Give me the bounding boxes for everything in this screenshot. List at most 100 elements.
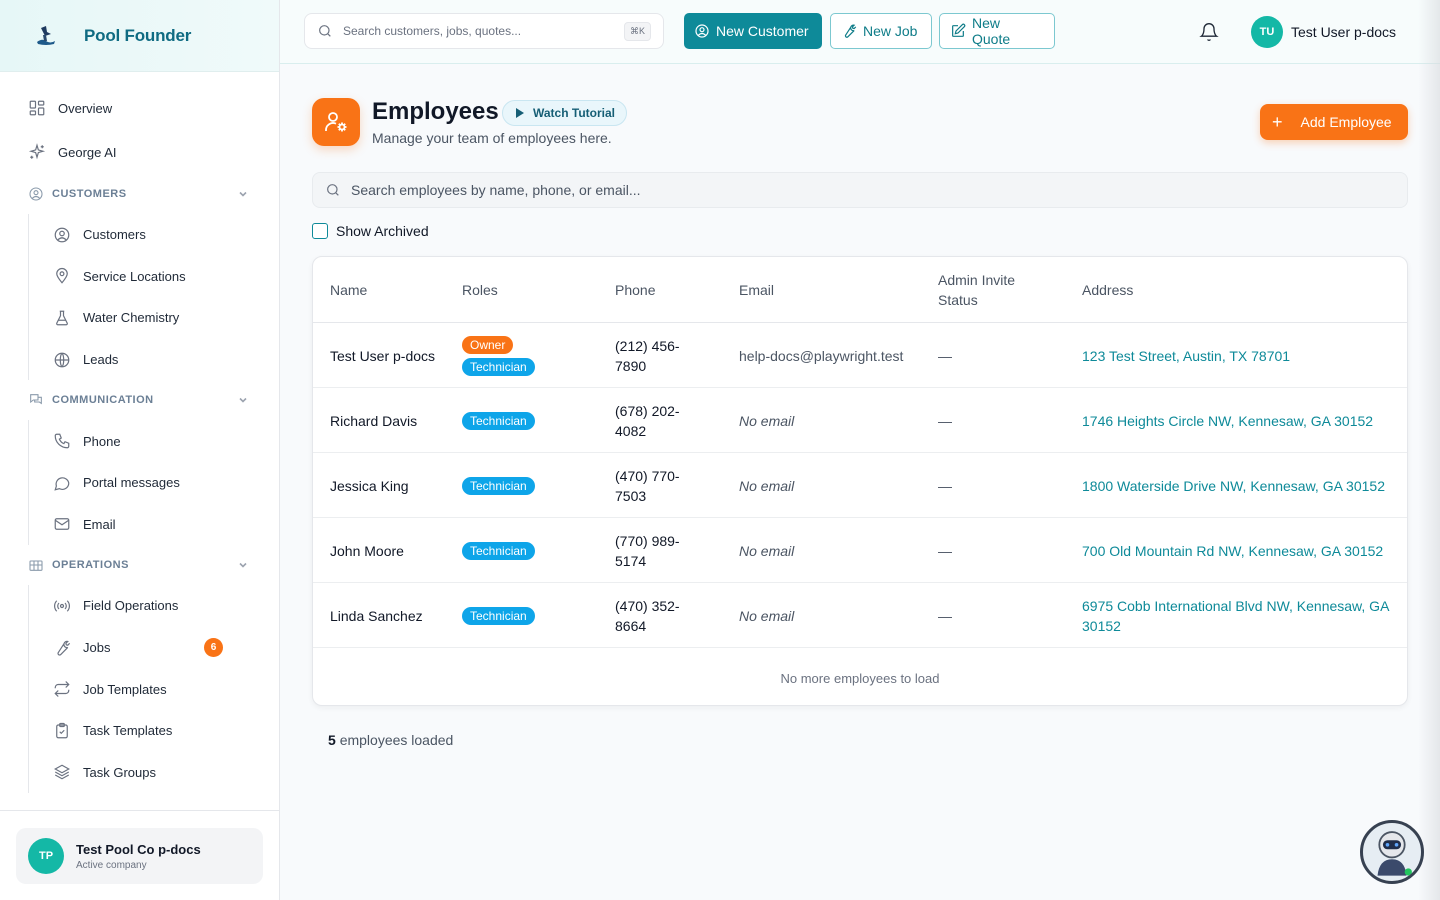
employee-roles: Technician bbox=[462, 518, 592, 583]
sidebar-item-service-locations[interactable]: Service Locations bbox=[29, 256, 279, 298]
sidebar-item-george-ai[interactable]: George AI bbox=[0, 130, 279, 174]
employee-address-link[interactable]: 700 Old Mountain Rd NW, Kennesaw, GA 301… bbox=[1082, 518, 1392, 583]
employee-name: Jessica King bbox=[330, 477, 409, 494]
employee-email: No email bbox=[739, 477, 795, 494]
employee-search-input[interactable] bbox=[351, 182, 1151, 198]
employee-roles: Owner Technician bbox=[462, 323, 592, 388]
sidebar-item-customers[interactable]: Customers bbox=[29, 214, 279, 256]
search-icon bbox=[327, 184, 339, 196]
new-quote-button[interactable]: New Quote bbox=[939, 13, 1055, 49]
sidebar-item-label: Jobs bbox=[83, 640, 111, 656]
employee-address-link[interactable]: 123 Test Street, Austin, TX 78701 bbox=[1082, 323, 1392, 388]
employee-name: Test User p-docs bbox=[330, 347, 436, 364]
show-archived-toggle[interactable]: Show Archived bbox=[312, 223, 429, 239]
show-archived-checkbox[interactable] bbox=[312, 223, 328, 239]
section-title: OPERATIONS bbox=[52, 559, 129, 572]
table-row[interactable]: Jessica King Technician (470) 770-7503 N… bbox=[313, 453, 1407, 518]
table-row[interactable]: Linda Sanchez Technician (470) 352-8664 … bbox=[313, 583, 1407, 648]
role-badge-technician: Technician bbox=[462, 357, 535, 376]
global-search-input[interactable] bbox=[343, 24, 613, 38]
employee-roles: Technician bbox=[462, 453, 592, 518]
sparkles-icon bbox=[28, 143, 46, 160]
notification-bell-icon[interactable] bbox=[1199, 22, 1219, 42]
employee-phone: (470) 352-8664 bbox=[615, 597, 680, 634]
employee-email: No email bbox=[739, 607, 795, 624]
new-job-button[interactable]: New Job bbox=[830, 13, 932, 49]
map-pin-icon bbox=[56, 268, 68, 285]
new-customer-label: New Customer bbox=[716, 23, 809, 39]
employee-email: No email bbox=[739, 412, 795, 429]
employee-address-link[interactable]: 1800 Waterside Drive NW, Kennesaw, GA 30… bbox=[1082, 453, 1392, 518]
loaded-count: 5 bbox=[328, 732, 336, 748]
table-row[interactable]: Richard Davis Technician (678) 202-4082 … bbox=[313, 388, 1407, 453]
employee-email: help-docs@playwright.test bbox=[739, 347, 904, 364]
employee-search[interactable] bbox=[312, 172, 1408, 208]
watch-tutorial-button[interactable]: Watch Tutorial bbox=[502, 100, 627, 126]
role-badge-technician: Technician bbox=[462, 541, 535, 560]
sidebar-item-field-operations[interactable]: Field Operations bbox=[29, 585, 279, 627]
sidebar-item-label: Field Operations bbox=[83, 598, 179, 614]
sidebar-item-label: Job Templates bbox=[83, 681, 167, 697]
employee-address-link[interactable]: 1746 Heights Circle NW, Kennesaw, GA 301… bbox=[1082, 388, 1392, 453]
no-more-employees-message: No more employees to load bbox=[780, 670, 940, 686]
role-badge-technician: Technician bbox=[462, 606, 535, 625]
employee-roles: Technician bbox=[462, 583, 592, 648]
robot-avatar-icon bbox=[1377, 831, 1412, 876]
employee-name: Richard Davis bbox=[330, 412, 418, 429]
new-customer-button[interactable]: New Customer bbox=[684, 13, 822, 49]
table-header: Name Roles Phone Email Admin Invite Stat… bbox=[313, 257, 1407, 323]
chevron-down-icon bbox=[239, 398, 247, 404]
column-header-email[interactable]: Email bbox=[739, 257, 774, 323]
column-header-address[interactable]: Address bbox=[1082, 257, 1133, 323]
sidebar-item-email[interactable]: Email bbox=[29, 504, 279, 546]
customers-sublist: Customers Service Locations Water Chemis… bbox=[28, 214, 279, 381]
global-search[interactable]: ⌘K bbox=[304, 13, 664, 49]
table-row[interactable]: Test User p-docs Owner Technician (212) … bbox=[313, 323, 1407, 388]
employee-roles: Technician bbox=[462, 388, 592, 453]
sidebar-item-phone[interactable]: Phone bbox=[29, 420, 279, 462]
brand[interactable]: Pool Founder bbox=[0, 0, 279, 72]
employee-phone: (770) 989-5174 bbox=[615, 532, 680, 569]
sidebar-item-task-templates[interactable]: Task Templates bbox=[29, 710, 279, 752]
sidebar-item-portal-messages[interactable]: Portal messages bbox=[29, 462, 279, 504]
watch-tutorial-label: Watch Tutorial bbox=[533, 106, 615, 120]
column-header-name[interactable]: Name bbox=[330, 257, 367, 323]
add-employee-button[interactable]: + Add Employee bbox=[1260, 104, 1408, 140]
shortcut-hint: ⌘K bbox=[623, 22, 651, 41]
sidebar-item-task-groups[interactable]: Task Groups bbox=[29, 752, 279, 794]
employees-loaded-count: 5 employees loaded bbox=[328, 732, 453, 748]
company-switcher[interactable]: TP Test Pool Co p-docs Active company bbox=[16, 828, 263, 884]
sidebar-item-leads[interactable]: Leads bbox=[29, 339, 279, 381]
sidebar-item-job-templates[interactable]: Job Templates bbox=[29, 668, 279, 710]
sidebar-item-label: Overview bbox=[58, 100, 113, 116]
phone-icon bbox=[54, 433, 70, 449]
section-communication[interactable]: COMMUNICATION bbox=[0, 380, 279, 420]
search-icon bbox=[319, 25, 331, 37]
table-row[interactable]: John Moore Technician (770) 989-5174 No … bbox=[313, 518, 1407, 583]
company-name: Test Pool Co p-docs bbox=[76, 841, 201, 857]
add-employee-label: Add Employee bbox=[1300, 114, 1392, 130]
employee-invite-status: — bbox=[938, 477, 952, 494]
user-menu[interactable]: TU Test User p-docs bbox=[1251, 16, 1396, 48]
employee-email: No email bbox=[739, 542, 795, 559]
column-header-invite-status[interactable]: Admin Invite Status bbox=[938, 257, 1038, 323]
user-avatar: TU bbox=[1251, 16, 1283, 48]
globe-icon bbox=[54, 352, 70, 367]
column-header-roles[interactable]: Roles bbox=[462, 257, 498, 323]
column-header-phone[interactable]: Phone bbox=[615, 257, 655, 323]
role-badge-technician: Technician bbox=[462, 411, 535, 430]
sidebar-item-label: Service Locations bbox=[83, 268, 186, 284]
loaded-label: employees loaded bbox=[339, 732, 454, 748]
employee-address-link[interactable]: 6975 Cobb International Blvd NW, Kennesa… bbox=[1082, 583, 1392, 648]
sidebar-item-jobs[interactable]: Jobs 6 bbox=[29, 627, 279, 669]
sidebar-item-label: George AI bbox=[58, 144, 117, 160]
sidebar-item-water-chemistry[interactable]: Water Chemistry bbox=[29, 297, 279, 339]
clipboard-check-icon bbox=[56, 722, 68, 739]
assistant-robot-button[interactable] bbox=[1360, 820, 1424, 884]
section-customers[interactable]: CUSTOMERS bbox=[0, 174, 279, 214]
section-operations[interactable]: OPERATIONS bbox=[0, 545, 279, 585]
jobs-count-badge: 6 bbox=[204, 638, 223, 658]
employee-phone: (470) 770-7503 bbox=[615, 467, 680, 504]
sidebar-item-overview[interactable]: Overview bbox=[0, 86, 279, 130]
employee-name: Linda Sanchez bbox=[330, 607, 423, 624]
